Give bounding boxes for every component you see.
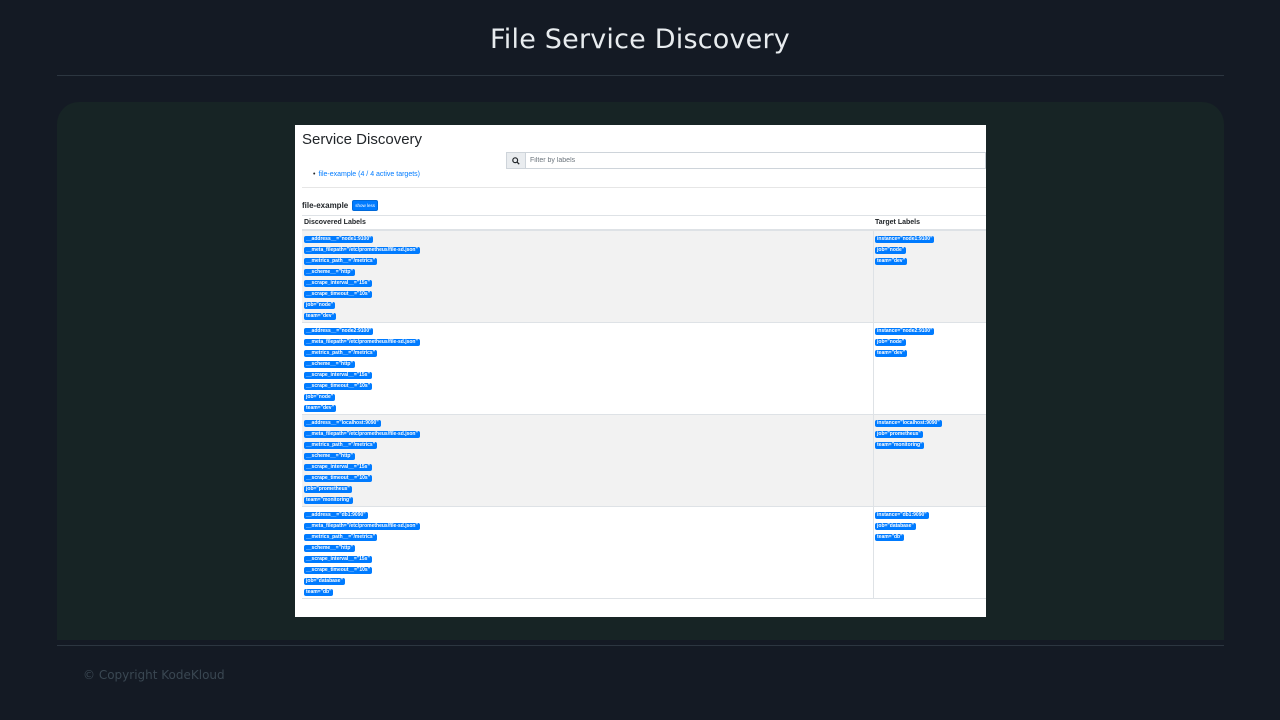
search-icon[interactable] (507, 153, 526, 168)
discovered-label-badge: team="dev" (304, 405, 336, 412)
column-divider (873, 507, 874, 598)
labels-table: Discovered Labels Target Labels __addres… (302, 215, 986, 599)
discovered-label-badge: __metrics_path__="/metrics" (304, 350, 378, 357)
column-header-target: Target Labels (875, 219, 920, 226)
bullet: • (313, 171, 316, 178)
discovered-label-badge: __scrape_timeout__="10s" (304, 475, 373, 482)
discovered-label-badge: __scrape_interval__="15s" (304, 372, 372, 379)
discovered-label-badge: __scrape_interval__="15s" (304, 464, 372, 471)
discovered-label-badge: __scheme__="http" (304, 545, 355, 552)
discovered-label-badge: job="node" (304, 394, 336, 401)
page-title: Service Discovery (302, 131, 423, 148)
job-list: • file-example (4 / 4 active targets) (313, 171, 420, 178)
discovered-label-badge: __address__="node1:9100" (304, 236, 374, 243)
discovered-label-badge: team="monitoring" (304, 497, 354, 504)
search-bar (506, 152, 986, 169)
discovered-label-badge: job="prometheus" (304, 486, 352, 493)
target-labels-cell: instance="node1:9100" job="node" team="dev… (875, 236, 935, 269)
discovered-label-badge: __meta_filepath="/etc/prometheus/file-sd… (304, 523, 420, 530)
discovered-label-badge: __scrape_interval__="15s" (304, 556, 372, 563)
discovered-labels-cell: __address__="node2:9100" __meta_filepath=… (304, 328, 420, 416)
discovered-labels-cell: __address__="node1:9100" __meta_filepath=… (304, 236, 420, 324)
discovered-label-badge: __scrape_interval__="15s" (304, 280, 372, 287)
table-row: __address__="node1:9100" __meta_filepath=… (302, 231, 986, 323)
target-labels-cell: instance="node2:9100" job="node" team="dev… (875, 328, 935, 361)
discovered-label-badge: team="db" (304, 589, 334, 596)
column-divider (873, 415, 874, 506)
target-label-badge: instance="localhost:9090" (875, 420, 942, 427)
target-label-badge: team="dev" (875, 258, 907, 265)
discovered-label-badge: __meta_filepath="/etc/prometheus/file-sd… (304, 339, 420, 346)
discovered-label-badge: __scrape_timeout__="10s" (304, 567, 373, 574)
divider-top (57, 75, 1224, 76)
discovered-label-badge: __metrics_path__="/metrics" (304, 258, 378, 265)
target-label-badge: team="monitoring" (875, 442, 925, 449)
discovered-label-badge: __address__="localhost:9090" (304, 420, 381, 427)
discovered-label-badge: team="dev" (304, 313, 336, 320)
target-label-badge: team="dev" (875, 350, 907, 357)
target-labels-cell: instance="localhost:9090" job="prometheus… (875, 420, 942, 453)
target-label-badge: job="node" (875, 339, 907, 346)
target-label-badge: instance="db1:9090" (875, 512, 929, 519)
table-row: __address__="localhost:9090" __meta_filep… (302, 415, 986, 507)
search-input[interactable] (526, 153, 985, 168)
show-less-button[interactable]: show less (352, 200, 379, 211)
prometheus-screenshot: Service Discovery •file-example (4 / 4 a… (295, 125, 986, 617)
job-header: file-example show less (302, 200, 379, 211)
column-divider (873, 323, 874, 414)
discovered-label-badge: __address__="db1:9090" (304, 512, 368, 519)
target-label-badge: instance="node1:9100" (875, 236, 935, 243)
target-label-badge: job="node" (875, 247, 907, 254)
target-label-badge: job="database" (875, 523, 916, 530)
divider-bottom (57, 645, 1224, 646)
column-header-discovered: Discovered Labels (304, 219, 366, 226)
target-label-badge: team="db" (875, 534, 905, 541)
discovered-label-badge: __scrape_timeout__="10s" (304, 291, 373, 298)
discovered-labels-cell: __address__="db1:9090" __meta_filepath="/… (304, 512, 420, 600)
job-name: file-example (302, 201, 349, 210)
discovered-label-badge: job="node" (304, 302, 336, 309)
discovered-label-badge: __scrape_timeout__="10s" (304, 383, 373, 390)
table-header: Discovered Labels Target Labels (302, 215, 986, 231)
discovered-label-badge: job="database" (304, 578, 345, 585)
discovered-label-badge: __scheme__="http" (304, 453, 355, 460)
copyright: © Copyright KodeKloud (83, 668, 225, 682)
table-row: __address__="db1:9090" __meta_filepath="/… (302, 507, 986, 599)
discovered-label-badge: __scheme__="http" (304, 269, 355, 276)
discovered-label-badge: __meta_filepath="/etc/prometheus/file-sd… (304, 431, 420, 438)
target-labels-cell: instance="db1:9090" job="database" team="d… (875, 512, 929, 545)
discovered-label-badge: __meta_filepath="/etc/prometheus/file-sd… (304, 247, 420, 254)
discovered-label-badge: __metrics_path__="/metrics" (304, 442, 378, 449)
divider (302, 187, 986, 188)
discovered-label-badge: __scheme__="http" (304, 361, 355, 368)
table-row: __address__="node2:9100" __meta_filepath=… (302, 323, 986, 415)
column-divider (873, 231, 874, 322)
job-link[interactable]: file-example (4 / 4 active targets) (318, 171, 420, 178)
discovered-label-badge: __address__="node2:9100" (304, 328, 374, 335)
target-label-badge: instance="node2:9100" (875, 328, 935, 335)
target-label-badge: job="prometheus" (875, 431, 923, 438)
slide-title: File Service Discovery (490, 24, 790, 55)
discovered-label-badge: __metrics_path__="/metrics" (304, 534, 378, 541)
discovered-labels-cell: __address__="localhost:9090" __meta_filep… (304, 420, 420, 508)
